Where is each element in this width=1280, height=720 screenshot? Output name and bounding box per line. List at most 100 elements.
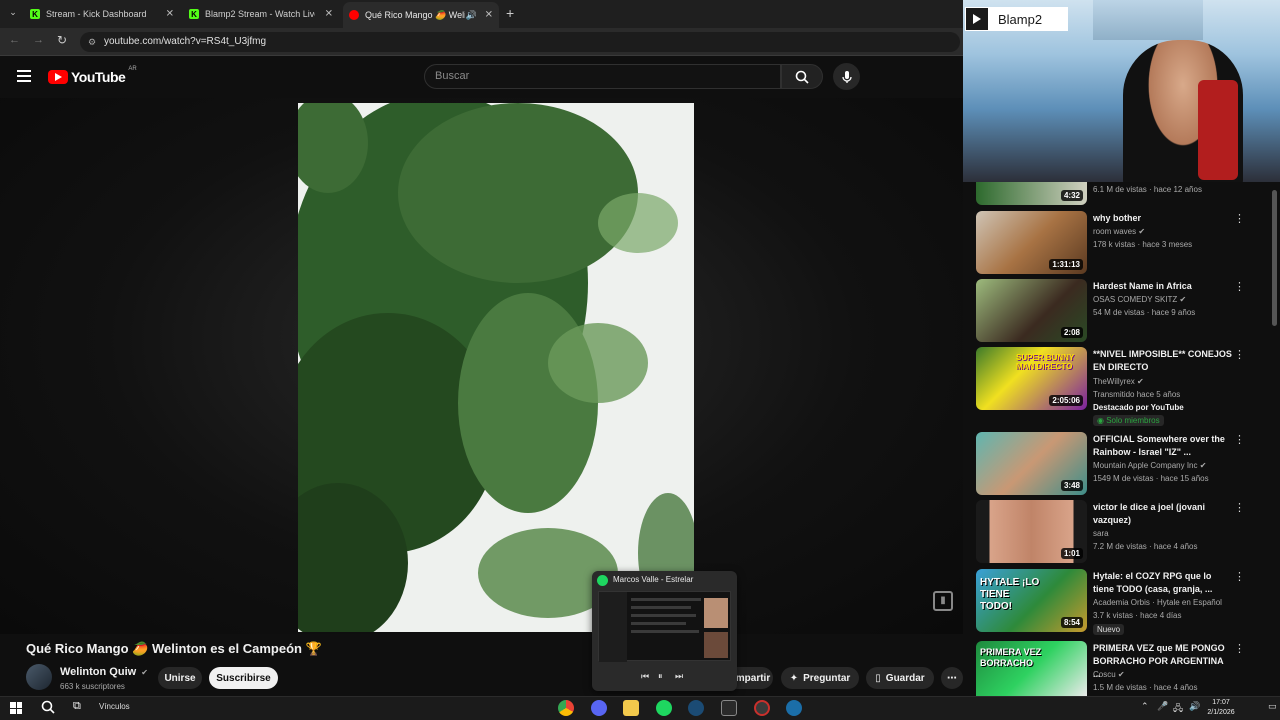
file-explorer-icon[interactable] (623, 700, 639, 716)
more-options-icon[interactable]: ⋮ (1234, 348, 1245, 361)
tab-youtube-video[interactable]: Qué Rico Mango 🥭 Welin 🔊 ✕ (343, 2, 499, 28)
recommendation-thumbnail[interactable]: 4:32 (976, 182, 1087, 205)
voice-search-button[interactable] (833, 63, 860, 90)
video-frame[interactable] (298, 103, 694, 632)
more-options-icon[interactable]: ⋮ (1234, 570, 1245, 583)
spotify-icon[interactable] (656, 700, 672, 716)
tab-kick-dashboard[interactable]: K Stream - Kick Dashboard ✕ (30, 4, 180, 24)
search-button[interactable] (781, 64, 823, 89)
youtube-logo[interactable]: YouTube AR (48, 66, 137, 85)
previous-track-icon[interactable]: ⏮ (641, 671, 649, 682)
steam-icon[interactable] (786, 700, 802, 716)
recommendation-title[interactable]: Hardest Name in Africa (1093, 280, 1233, 293)
spotify-taskbar-preview[interactable]: Marcos Valle - Estrelar ⏮ ⏸ ⏭ (592, 571, 737, 691)
featured-label: Destacado por YouTube (1093, 403, 1184, 412)
now-playing-title: Marcos Valle - Estrelar (613, 575, 694, 584)
menu-icon[interactable] (17, 70, 31, 82)
forward-icon[interactable]: → (33, 34, 44, 46)
more-options-icon[interactable]: ⋮ (1234, 433, 1245, 446)
channel-name[interactable]: Welinton Quiw ✔ (60, 666, 148, 678)
subscribe-button[interactable]: Suscribirse (209, 667, 278, 689)
recommendation-meta: 178 k vistas · hace 3 meses (1093, 240, 1193, 249)
tab-blamp2-stream[interactable]: K Blamp2 Stream - Watch Live on ✕ (189, 4, 339, 24)
task-view-icon[interactable]: ⧉ (73, 700, 81, 713)
recommendation-channel[interactable]: Academia Orbis · Hytale en Español (1093, 598, 1222, 607)
discord-icon[interactable] (591, 700, 607, 716)
obs-icon[interactable] (754, 700, 770, 716)
recommendation-thumbnail[interactable]: 1:31:13 (976, 211, 1087, 274)
site-info-icon[interactable]: ⚙ (88, 32, 96, 52)
windows-start-icon[interactable] (10, 702, 22, 714)
youtube-icon (966, 8, 988, 30)
recommendation-channel[interactable]: Mountain Apple Company Inc ✔ (1093, 461, 1206, 470)
verified-icon: ✔ (1138, 227, 1146, 236)
overlay-app-icon[interactable]: ▮ (933, 591, 953, 611)
recommendation-channel[interactable]: Coscu ✔ (1093, 670, 1125, 679)
clock[interactable]: 17:07 2/1/2026 (1203, 698, 1239, 718)
notifications-icon[interactable]: ▭ (1268, 701, 1277, 712)
links-toolbar[interactable]: Vínculos (99, 702, 130, 711)
close-icon[interactable]: ✕ (325, 9, 333, 20)
recommendation-channel[interactable]: OSAS COMEDY SKITZ ✔ (1093, 295, 1186, 304)
more-options-icon[interactable]: ⋮ (1234, 212, 1245, 225)
recommendation-thumbnail[interactable]: PRIMERA VEZ BORRACHO (976, 641, 1087, 696)
recommendation-thumbnail[interactable]: SUPER BUNNY MAN DIRECTO 2:05:06 (976, 347, 1087, 410)
recommendation-title[interactable]: **NIVEL IMPOSIBLE** CONEJOS EN DIRECTO (1093, 348, 1233, 374)
recommendation-title[interactable]: OFFICIAL Somewhere over the Rainbow - Is… (1093, 433, 1233, 459)
ask-button[interactable]: ✦ Preguntar (781, 667, 859, 689)
network-icon[interactable]: 🖧 (1173, 701, 1183, 717)
webcam-channel-tag: Blamp2 (965, 7, 1068, 31)
more-options-icon[interactable]: ⋮ (1234, 642, 1245, 655)
tab-search-icon[interactable]: ⌄ (6, 7, 20, 21)
recommendation-channel[interactable]: TheWillyrex ✔ (1093, 377, 1144, 386)
join-button[interactable]: Unirse (158, 667, 202, 689)
tray-chevron-icon[interactable]: ⌃ (1141, 701, 1149, 712)
recommendation-meta: 1549 M de vistas · hace 15 años (1093, 474, 1209, 483)
spotify-window-thumbnail (598, 591, 731, 662)
members-icon: ◉ (1097, 416, 1104, 425)
recommendation-thumbnail[interactable]: 3:48 (976, 432, 1087, 495)
recommendation-title[interactable]: Hytale: el COZY RPG que lo tiene TODO (c… (1093, 570, 1233, 596)
kick-icon: K (189, 9, 199, 19)
subscriber-count: 663 k suscriptores (60, 682, 125, 691)
search-icon[interactable] (41, 700, 55, 714)
microphone-icon[interactable]: 🎤 (1157, 701, 1168, 712)
recommendation-thumbnail[interactable]: HYTALE ¡LO TIENE TODO! 8:54 (976, 569, 1087, 632)
chrome-icon[interactable] (558, 700, 574, 716)
kick-icon: K (30, 9, 40, 19)
verified-icon: ✔ (1117, 670, 1125, 679)
webcam-overlay: Blamp2 (963, 0, 1280, 182)
spotify-icon (597, 575, 608, 586)
browser-tab-strip: ⌄ K Stream - Kick Dashboard ✕ K Blamp2 S… (0, 0, 963, 28)
url-field[interactable]: ⚙ youtube.com/watch?v=RS4t_U3jfmg (80, 32, 960, 52)
youtube-icon (349, 10, 359, 20)
volume-icon[interactable]: 🔊 (1189, 701, 1200, 712)
recommendation-thumbnail[interactable]: 2:08 (976, 279, 1087, 342)
speaker-icon[interactable]: 🔊 (466, 10, 477, 21)
bookmark-icon: ▯ (875, 672, 881, 684)
save-button[interactable]: ▯ Guardar (866, 667, 934, 689)
avatar[interactable] (26, 664, 52, 690)
pause-icon[interactable]: ⏸ (658, 671, 663, 682)
epic-games-icon[interactable] (721, 700, 737, 716)
recommendation-meta: 6.1 M de vistas · hace 12 años (1093, 185, 1202, 194)
search-input[interactable]: Buscar (424, 64, 781, 89)
new-tab-button[interactable]: + (506, 5, 514, 21)
more-actions-button[interactable]: ⋯ (941, 667, 963, 689)
close-icon[interactable]: ✕ (166, 9, 174, 20)
reload-icon[interactable]: ↻ (57, 33, 67, 47)
recommendation-title[interactable]: victor le dice a joel (jovani vazquez) (1093, 501, 1233, 527)
steam-icon[interactable] (688, 700, 704, 716)
recommendation-title[interactable]: why bother (1093, 212, 1233, 225)
more-options-icon[interactable]: ⋮ (1234, 501, 1245, 514)
recommendation-channel[interactable]: room waves ✔ (1093, 227, 1145, 236)
recommendation-meta: 1.5 M de vistas · hace 4 años (1093, 683, 1198, 692)
recommendation-thumbnail[interactable]: 1:01 (976, 500, 1087, 563)
close-icon[interactable]: ✕ (485, 10, 493, 21)
more-options-icon[interactable]: ⋮ (1234, 280, 1245, 293)
back-icon[interactable]: ← (9, 34, 20, 46)
share-button[interactable]: mpartir (733, 667, 773, 689)
recommendation-channel[interactable]: sara (1093, 529, 1109, 538)
sidebar-scrollbar[interactable] (1272, 190, 1277, 326)
next-track-icon[interactable]: ⏭ (675, 671, 683, 682)
